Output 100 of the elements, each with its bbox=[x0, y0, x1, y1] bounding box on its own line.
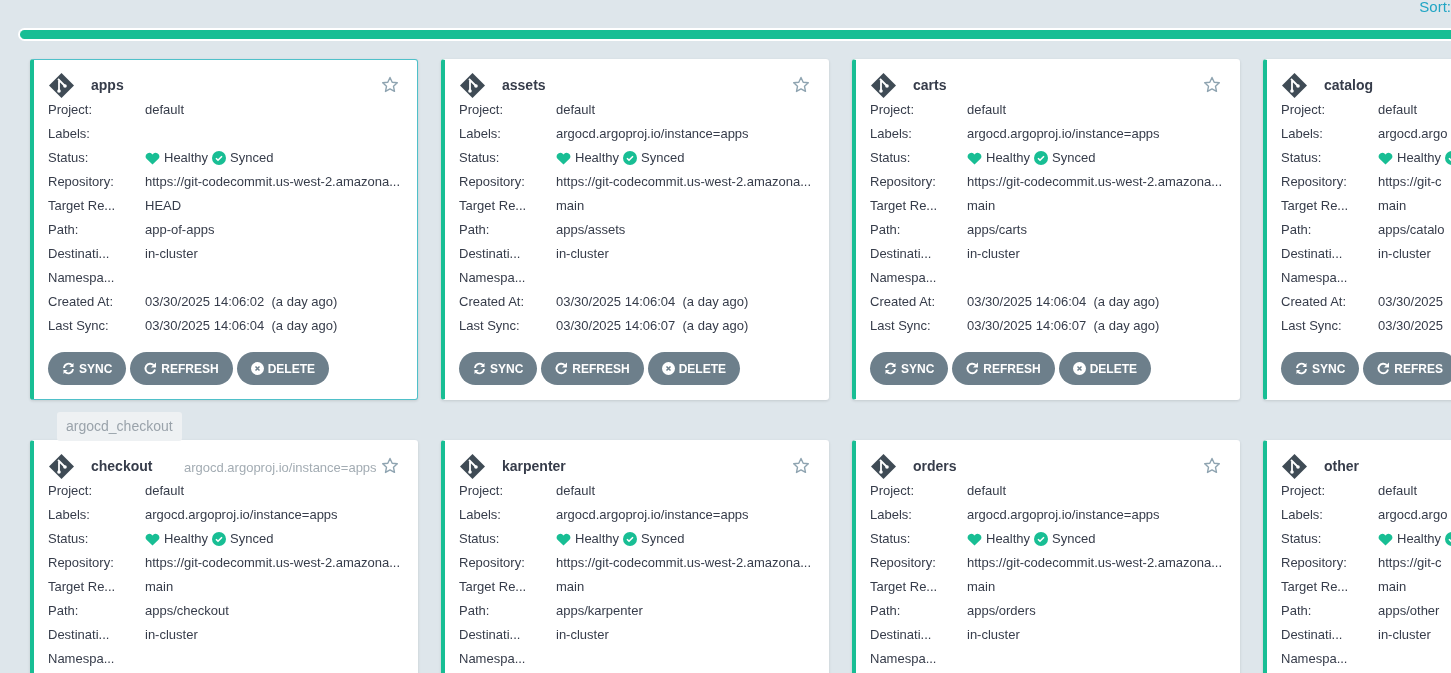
field-label: Namespa... bbox=[48, 650, 116, 669]
health-status: Healthy bbox=[1397, 530, 1442, 549]
app-name[interactable]: apps bbox=[91, 74, 124, 96]
field-value: main bbox=[967, 197, 996, 216]
sync-status: Synced bbox=[230, 149, 274, 168]
field-label: Path: bbox=[48, 602, 80, 621]
app-card[interactable] bbox=[852, 59, 1240, 400]
field-label: Status: bbox=[459, 530, 501, 549]
field-value: default bbox=[145, 101, 185, 120]
field-label: Last Sync: bbox=[1281, 317, 1343, 336]
field-label: Target Re... bbox=[48, 578, 117, 597]
app-name[interactable]: orders bbox=[913, 455, 957, 477]
field-label: Project: bbox=[459, 482, 505, 501]
field-label: Labels: bbox=[1281, 506, 1324, 525]
field-value: https://git-c bbox=[1378, 554, 1442, 573]
health-status: Healthy bbox=[164, 530, 209, 549]
field-label: Path: bbox=[48, 221, 80, 240]
star-icon[interactable] bbox=[1203, 76, 1221, 94]
app-card[interactable] bbox=[441, 440, 829, 673]
field-label: Repository: bbox=[1281, 554, 1348, 573]
app-name[interactable]: carts bbox=[913, 74, 947, 96]
field-value: argocd.argoproj.io/instance=apps bbox=[556, 506, 749, 525]
field-label: Status: bbox=[1281, 530, 1323, 549]
field-label: Repository: bbox=[870, 173, 937, 192]
field-label: Path: bbox=[870, 221, 902, 240]
field-label: Repository: bbox=[48, 554, 115, 573]
field-value: https://git-c bbox=[1378, 173, 1442, 192]
sync-icon bbox=[884, 362, 897, 375]
field-label: Project: bbox=[870, 482, 916, 501]
field-value: 03/30/2025 bbox=[1378, 293, 1444, 312]
health-status: Healthy bbox=[986, 149, 1031, 168]
field-value: in-cluster bbox=[556, 626, 609, 645]
field-value: in-cluster bbox=[145, 626, 198, 645]
field-label: Repository: bbox=[870, 554, 937, 573]
sync-icon bbox=[473, 362, 486, 375]
app-card[interactable]: other Project: default Labels: argocd.argo Status: Healthy Repository: https://git-c Target Re... main Path: apps/other Destinati... in-cluster Namespa... bbox=[1263, 440, 1451, 673]
field-value: argocd.argoproj.io/instance=apps bbox=[145, 506, 338, 525]
field-value: apps/orders bbox=[967, 602, 1036, 621]
field-value: app-of-apps bbox=[145, 221, 215, 240]
refresh-button[interactable]: REFRES bbox=[1363, 352, 1451, 385]
star-icon[interactable] bbox=[381, 76, 399, 94]
app-name[interactable]: assets bbox=[502, 74, 546, 96]
field-label: Namespa... bbox=[1281, 269, 1349, 288]
field-label: Target Re... bbox=[1281, 578, 1350, 597]
field-value: default bbox=[556, 482, 596, 501]
health-status: Healthy bbox=[575, 149, 620, 168]
star-icon[interactable] bbox=[792, 457, 810, 475]
app-name[interactable]: checkout bbox=[91, 455, 153, 477]
field-label: Destinati... bbox=[459, 245, 522, 264]
field-value: 03/30/2025 bbox=[1378, 317, 1444, 336]
sync-button[interactable]: SYNC bbox=[870, 352, 949, 385]
delete-button[interactable]: DELETE bbox=[647, 352, 741, 385]
star-icon[interactable] bbox=[1203, 457, 1221, 475]
field-value: main bbox=[1378, 197, 1407, 216]
field-value: https://git-codecommit.us-west-2.amazona... bbox=[145, 554, 401, 573]
field-value: https://git-codecommit.us-west-2.amazona... bbox=[145, 173, 401, 192]
field-label: Destinati... bbox=[459, 626, 522, 645]
field-value: 03/30/2025 14:06:04 (a day ago) bbox=[556, 293, 749, 312]
app-card[interactable] bbox=[441, 59, 829, 400]
sync-button[interactable]: SYNC bbox=[459, 352, 538, 385]
app-name[interactable]: other bbox=[1324, 455, 1359, 477]
refresh-button[interactable]: REFRESH bbox=[952, 352, 1055, 385]
git-icon bbox=[870, 452, 897, 480]
star-icon[interactable] bbox=[381, 457, 399, 475]
git-icon bbox=[870, 71, 897, 99]
field-label: Target Re... bbox=[1281, 197, 1350, 216]
app-card[interactable] bbox=[30, 59, 418, 400]
field-value: argocd.argoproj.io/instance=apps bbox=[556, 125, 749, 144]
field-label: Destinati... bbox=[870, 626, 933, 645]
field-value: apps/assets bbox=[556, 221, 626, 240]
refresh-button[interactable]: REFRESH bbox=[130, 352, 233, 385]
field-label: Destinati... bbox=[48, 245, 111, 264]
field-value: apps/other bbox=[1378, 602, 1440, 621]
field-value: apps/karpenter bbox=[556, 602, 643, 621]
sort-label[interactable]: Sort: bbox=[1419, 0, 1451, 28]
field-value: https://git-codecommit.us-west-2.amazona... bbox=[556, 173, 812, 192]
field-value: argocd.argoproj.io/instance=apps bbox=[967, 506, 1160, 525]
refresh-button[interactable]: REFRESH bbox=[541, 352, 644, 385]
close-icon bbox=[250, 362, 264, 375]
field-value: 03/30/2025 14:06:04 (a day ago) bbox=[967, 293, 1160, 312]
health-status: Healthy bbox=[986, 530, 1031, 549]
app-card[interactable] bbox=[852, 440, 1240, 673]
field-label: Destinati... bbox=[870, 245, 933, 264]
health-status: Healthy bbox=[1397, 149, 1442, 168]
field-label: Destinati... bbox=[1281, 626, 1344, 645]
field-label: Repository: bbox=[1281, 173, 1348, 192]
field-value: default bbox=[1378, 101, 1418, 120]
field-label: Namespa... bbox=[870, 650, 938, 669]
delete-button[interactable]: DELETE bbox=[1058, 352, 1152, 385]
field-label: Labels: bbox=[1281, 125, 1324, 144]
app-name[interactable]: catalog bbox=[1324, 74, 1373, 96]
sync-button[interactable]: SYNC bbox=[1281, 352, 1360, 385]
delete-button[interactable]: DELETE bbox=[236, 352, 330, 385]
tooltip: argocd_checkout bbox=[57, 412, 182, 441]
refresh-icon bbox=[1377, 362, 1391, 375]
field-label: Created At: bbox=[1281, 293, 1348, 312]
field-value: default bbox=[967, 101, 1007, 120]
app-name[interactable]: karpenter bbox=[502, 455, 566, 477]
sync-button[interactable]: SYNC bbox=[48, 352, 127, 385]
star-icon[interactable] bbox=[792, 76, 810, 94]
